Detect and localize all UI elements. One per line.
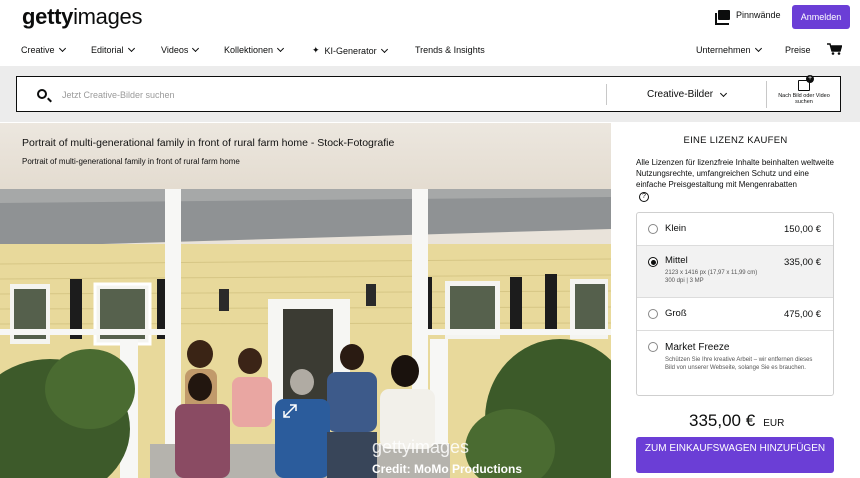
nav-kollektionen[interactable]: Kollektionen: [224, 44, 285, 55]
radio-mittel[interactable]: [648, 257, 658, 267]
chevron-down-icon: [192, 44, 200, 53]
nav-trends[interactable]: Trends & Insights: [415, 45, 485, 55]
search-type-dropdown[interactable]: Creative-Bilder: [647, 89, 728, 100]
sparkle-icon: ✦: [312, 45, 320, 55]
nav-creative[interactable]: Creative: [21, 44, 66, 55]
license-description: Alle Lizenzen für lizenzfreie Inhalte be…: [636, 158, 834, 189]
chevron-down-icon: [754, 44, 762, 53]
image-search-icon: [798, 75, 814, 91]
search-icon[interactable]: [37, 89, 47, 99]
divider: [766, 81, 767, 108]
photo-credit: Credit: MoMo Productions: [372, 462, 522, 476]
license-options: Klein 150,00 € Mittel 335,00 € 2123 x 14…: [636, 212, 834, 396]
chevron-down-icon: [720, 89, 728, 97]
nav-ki-generator[interactable]: ✦ KI-Generator: [312, 45, 388, 56]
license-panel: EINE LIZENZ KAUFEN Alle Lizenzen für liz…: [611, 123, 860, 478]
stock-photo[interactable]: gettyimages Credit: MoMo Productions: [0, 189, 611, 478]
watermark: gettyimages: [372, 437, 469, 457]
nav-editorial[interactable]: Editorial: [91, 44, 135, 55]
radio-gross[interactable]: [648, 309, 658, 319]
nav-videos[interactable]: Videos: [161, 44, 200, 55]
main-nav: Creative Editorial Videos Kollektionen ✦…: [0, 40, 860, 62]
license-option-klein[interactable]: Klein 150,00 €: [637, 213, 833, 246]
nav-unternehmen[interactable]: Unternehmen: [696, 44, 762, 55]
getty-logo[interactable]: gettyimages: [22, 4, 142, 30]
help-icon[interactable]: ?: [639, 192, 649, 202]
cart-icon[interactable]: [827, 43, 842, 55]
license-option-market-freeze[interactable]: Market Freeze Schützen Sie Ihre kreative…: [637, 331, 833, 395]
top-bar: gettyimages Pinnwände Anmelden: [0, 0, 860, 35]
search-bar: Creative-Bilder Nach Bild oder Video suc…: [16, 75, 841, 112]
chevron-down-icon: [127, 44, 135, 53]
image-search-button[interactable]: Nach Bild oder Video suchen: [777, 75, 831, 105]
boards-icon: [715, 10, 730, 25]
chevron-down-icon: [277, 44, 285, 53]
radio-klein[interactable]: [648, 224, 658, 234]
chevron-down-icon: [58, 44, 66, 53]
license-option-mittel[interactable]: Mittel 335,00 € 2123 x 1416 px (17,97 x …: [637, 246, 833, 298]
search-band: Creative-Bilder Nach Bild oder Video suc…: [0, 66, 860, 122]
chevron-down-icon: [380, 45, 388, 53]
total-price: 335,00 € EUR: [689, 411, 785, 430]
add-to-cart-button[interactable]: ZUM EINKAUFSWAGEN HINZUFÜGEN: [636, 437, 834, 473]
image-caption: Portrait of multi-generational family in…: [22, 157, 240, 166]
nav-preise[interactable]: Preise: [785, 45, 811, 55]
radio-market-freeze[interactable]: [648, 342, 658, 352]
image-title: Portrait of multi-generational family in…: [22, 137, 395, 149]
license-option-gross[interactable]: Groß 475,00 €: [637, 298, 833, 331]
license-heading: EINE LIZENZ KAUFEN: [683, 135, 788, 146]
pinnwaende-link[interactable]: Pinnwände: [715, 10, 781, 25]
image-viewer: Portrait of multi-generational family in…: [0, 123, 611, 478]
search-input[interactable]: [62, 86, 592, 104]
divider: [606, 84, 607, 105]
login-button[interactable]: Anmelden: [792, 5, 850, 29]
